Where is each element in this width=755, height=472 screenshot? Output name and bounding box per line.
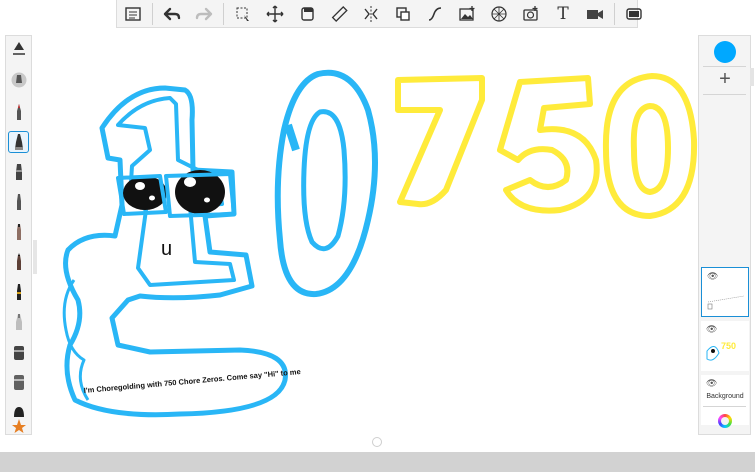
color-wheel-icon[interactable] [718,414,732,428]
layer-thumbnail [707,295,745,310]
top-toolbar: T [116,0,642,28]
speech-bubble-text: I'm Choregolding with 750 Chore Zeros. C… [83,367,301,395]
background-layer-label: Background [706,393,744,400]
current-color-swatch[interactable] [714,41,736,63]
fullscreen-icon[interactable] [618,0,650,28]
eye-icon[interactable]: 👁 [706,378,717,389]
mouth: u [161,238,172,260]
digit-five-yellow [497,75,600,214]
brush-chisel-icon[interactable] [8,191,29,213]
panel-divider [703,66,746,67]
fill-icon[interactable] [387,0,419,28]
brush-panel-handle[interactable] [33,240,37,274]
layer-1[interactable]: 👁 [701,267,749,317]
svg-text:750: 750 [721,341,736,351]
curve-icon[interactable] [419,0,451,28]
text-icon[interactable]: T [547,0,579,28]
brush-settings-icon[interactable] [8,39,29,61]
brush-custom-icon[interactable] [8,415,29,437]
symmetry-icon[interactable] [355,0,387,28]
eye-icon[interactable]: 👁 [707,271,718,282]
brush-blender-icon[interactable] [8,341,29,363]
layer-thumbnail: 750 [706,341,736,361]
brush-library [5,35,32,435]
toolbar-divider [152,2,153,25]
toolbar-divider [223,2,224,25]
brush-marker-icon[interactable] [8,131,29,153]
brush-ink-icon[interactable] [8,251,29,273]
brush-pen-icon[interactable] [8,101,29,123]
selection-icon[interactable] [227,0,259,28]
brush-smudge-icon[interactable] [8,311,29,333]
brush-eraser-icon[interactable] [8,371,29,393]
artwork: u I'm Choregolding with 750 Chore Zeros.… [62,69,698,418]
layer-2[interactable]: 👁 750 [701,321,749,371]
transform-icon[interactable] [259,0,291,28]
panel-divider [703,406,746,407]
eye-icon[interactable]: 👁 [706,324,717,335]
image-import-icon[interactable] [451,0,483,28]
brush-pencil-icon[interactable] [8,68,29,90]
brush-paint-icon[interactable] [8,221,29,243]
toolbar-divider [614,2,615,25]
digit-seven-yellow [395,75,485,208]
layers-panel-handle[interactable] [750,68,754,86]
stamp-icon[interactable] [515,0,547,28]
time-lapse-icon[interactable] [579,0,611,28]
perspective-grid-icon[interactable] [483,0,515,28]
digit-zero-yellow [602,73,698,219]
ruler-icon[interactable] [323,0,355,28]
brush-calligraphy-icon[interactable] [8,281,29,303]
add-layer-button[interactable]: + [711,68,739,90]
bottom-strip [0,452,755,472]
crop-icon[interactable] [291,0,323,28]
brush-airbrush-icon[interactable] [8,161,29,183]
panel-divider [703,94,746,95]
gallery-icon[interactable] [117,0,149,28]
layers-panel: + 👁 👁 750 👁 Background [698,35,751,435]
digit-zero-blue [274,69,378,298]
undo-icon[interactable] [156,0,188,28]
redo-icon[interactable] [188,0,220,28]
